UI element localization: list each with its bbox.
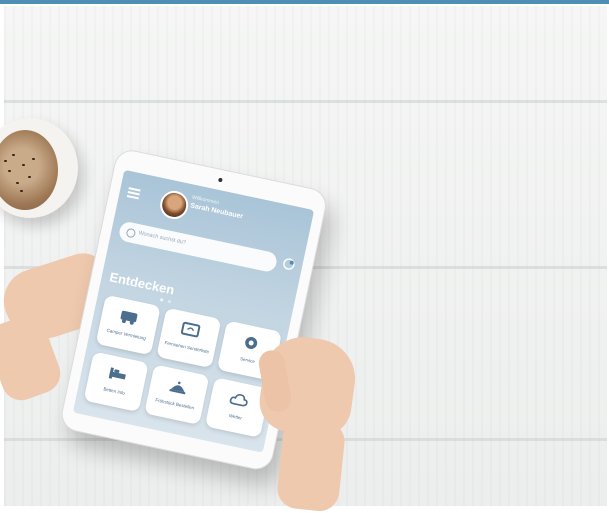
- pager-dot: [159, 298, 164, 302]
- tile-breakfast[interactable]: Frühstück Bestellen: [144, 364, 210, 425]
- camera-dot: [218, 177, 223, 183]
- pager-dot: [167, 299, 172, 304]
- search-icon: [125, 227, 137, 239]
- search-placeholder: Wonach suchst du?: [137, 230, 187, 247]
- section-title: Entdecken: [108, 269, 176, 298]
- tile-label: Betten Info: [103, 386, 126, 396]
- top-accent-bar: [0, 0, 609, 4]
- right-wrist: [275, 417, 347, 513]
- cloud-icon: [229, 394, 248, 407]
- room-service-icon: [169, 381, 186, 395]
- chat-icon[interactable]: [281, 257, 296, 272]
- avatar[interactable]: [157, 188, 191, 222]
- menu-icon[interactable]: [126, 187, 141, 199]
- tile-label: Camper Vermietung: [106, 327, 147, 341]
- tile-label: Frühstück Bestellen: [154, 397, 195, 411]
- tv-icon: [180, 321, 201, 338]
- tile-tv[interactable]: Fernsehen Senderliste: [156, 307, 222, 369]
- camper-van-icon: [120, 310, 138, 325]
- bed-icon: [108, 367, 126, 380]
- circle-icon: [245, 336, 258, 349]
- photo-frame: Willkommen Sarah Neubauer Wonach suchst …: [0, 0, 609, 513]
- tile-camper[interactable]: Camper Vermietung: [95, 294, 161, 356]
- tile-bed[interactable]: Betten Info: [83, 351, 149, 413]
- tile-label: Fernsehen Senderliste: [164, 340, 210, 355]
- tile-label: Wetter: [228, 413, 243, 421]
- search-input[interactable]: Wonach suchst du?: [117, 220, 279, 274]
- plank-gap: [4, 100, 607, 103]
